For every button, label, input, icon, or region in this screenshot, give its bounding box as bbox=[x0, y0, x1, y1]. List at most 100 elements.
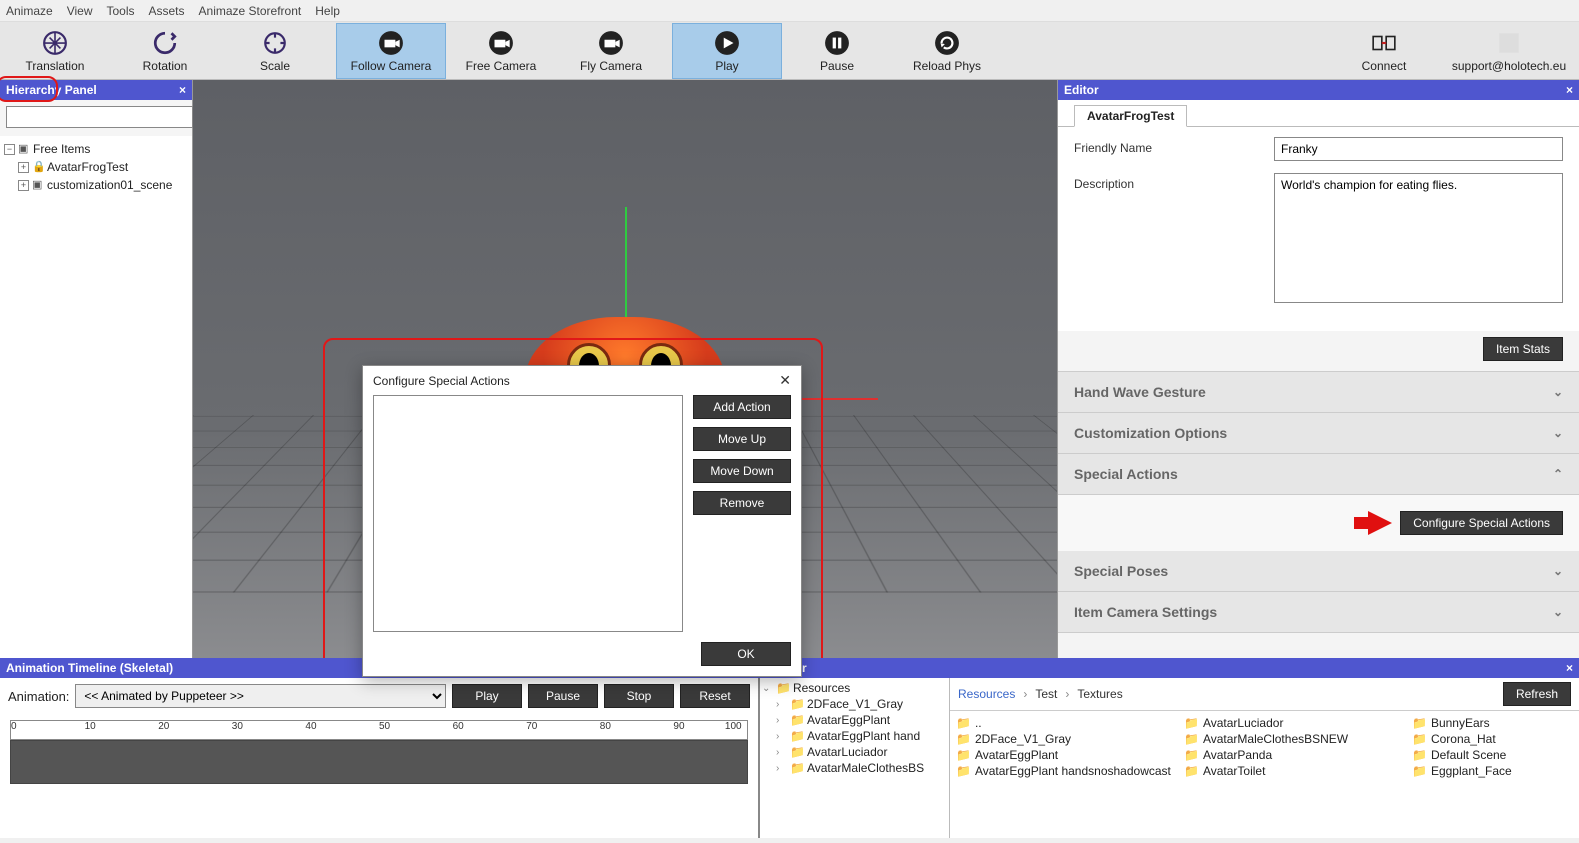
close-icon[interactable]: × bbox=[1566, 83, 1573, 97]
toolbar: Translation Rotation Scale Follow Camera… bbox=[0, 22, 1579, 80]
timeline-stop-button[interactable]: Stop bbox=[604, 684, 674, 708]
menu-item[interactable]: View bbox=[67, 4, 93, 18]
play-button[interactable]: Play bbox=[672, 23, 782, 79]
reload-phys-button[interactable]: Reload Phys bbox=[892, 23, 1002, 79]
hierarchy-panel: Hierarchy Panel × Search −▣Free Items +🔒… bbox=[0, 80, 193, 658]
support-button[interactable]: support@holotech.eu bbox=[1439, 23, 1579, 79]
close-icon[interactable]: × bbox=[179, 83, 186, 97]
item-stats-button[interactable]: Item Stats bbox=[1483, 337, 1563, 361]
tree-item[interactable]: +🔒AvatarFrogTest bbox=[16, 158, 190, 176]
fly-camera-button[interactable]: Fly Camera bbox=[556, 23, 666, 79]
accordion-special-poses[interactable]: Special Poses⌄ bbox=[1058, 551, 1579, 592]
dialog-title: Configure Special Actions bbox=[373, 374, 510, 388]
timeline-reset-button[interactable]: Reset bbox=[680, 684, 750, 708]
axis-x bbox=[798, 398, 878, 400]
menu-item[interactable]: Animaze Storefront bbox=[199, 4, 302, 18]
file-item[interactable]: 📁AvatarToilet bbox=[1182, 763, 1410, 779]
folder-tree: ⌄📁Resources ›📁2DFace_V1_Gray ›📁AvatarEgg… bbox=[760, 678, 950, 838]
rotation-button[interactable]: Rotation bbox=[110, 23, 220, 79]
accordion-special-actions[interactable]: Special Actions⌃ bbox=[1058, 454, 1579, 495]
arrow-annotation bbox=[1368, 511, 1392, 535]
file-item[interactable]: 📁Eggplant_Face bbox=[1410, 763, 1530, 779]
camera-icon bbox=[487, 29, 515, 57]
file-item[interactable]: 📁AvatarEggPlant handsnoshadowcast bbox=[954, 763, 1182, 779]
file-item[interactable]: 📁AvatarMaleClothesBSNEW bbox=[1182, 731, 1410, 747]
rotate-icon bbox=[151, 29, 179, 57]
chevron-down-icon: ⌄ bbox=[1553, 605, 1563, 619]
camera-icon bbox=[597, 29, 625, 57]
timeline-pause-button[interactable]: Pause bbox=[528, 684, 598, 708]
hierarchy-search-input[interactable] bbox=[6, 106, 193, 128]
pause-button[interactable]: Pause bbox=[782, 23, 892, 79]
connect-button[interactable]: Connect bbox=[1329, 23, 1439, 79]
pause-icon bbox=[823, 29, 851, 57]
folder-item[interactable]: ›📁AvatarEggPlant hand bbox=[762, 728, 947, 744]
hierarchy-header: Hierarchy Panel × bbox=[0, 80, 192, 100]
description-input[interactable]: World's champion for eating flies. bbox=[1274, 173, 1563, 303]
folder-item[interactable]: ›📁AvatarEggPlant bbox=[762, 712, 947, 728]
folder-item[interactable]: ›📁AvatarMaleClothesBS bbox=[762, 760, 947, 776]
accordion-camera-settings[interactable]: Item Camera Settings⌄ bbox=[1058, 592, 1579, 633]
configure-special-actions-dialog: Configure Special Actions ✕ Add Action M… bbox=[362, 365, 802, 677]
friendly-name-label: Friendly Name bbox=[1074, 137, 1264, 161]
timeline-ruler[interactable]: 0 10 20 30 40 50 60 70 80 90 100 bbox=[10, 720, 748, 740]
actions-list[interactable] bbox=[373, 395, 683, 632]
chevron-down-icon: ⌄ bbox=[1553, 564, 1563, 578]
chevron-up-icon: ⌃ bbox=[1553, 467, 1563, 481]
translate-icon bbox=[41, 29, 69, 57]
connect-icon bbox=[1370, 29, 1398, 57]
breadcrumb-item[interactable]: Test bbox=[1035, 687, 1057, 701]
accordion-hand-wave[interactable]: Hand Wave Gesture⌄ bbox=[1058, 372, 1579, 413]
explorer-panel: ⌄📁Resources ›📁2DFace_V1_Gray ›📁AvatarEgg… bbox=[760, 678, 1579, 838]
add-action-button[interactable]: Add Action bbox=[693, 395, 791, 419]
ok-button[interactable]: OK bbox=[701, 642, 791, 666]
editor-tab[interactable]: AvatarFrogTest bbox=[1074, 105, 1187, 127]
move-up-button[interactable]: Move Up bbox=[693, 427, 791, 451]
menu-item[interactable]: Help bbox=[315, 4, 340, 18]
tree-item[interactable]: +▣customization01_scene bbox=[16, 176, 190, 194]
menu-item[interactable]: Animaze bbox=[6, 4, 53, 18]
file-item[interactable]: 📁AvatarLuciador bbox=[1182, 715, 1410, 731]
accordion-customization[interactable]: Customization Options⌄ bbox=[1058, 413, 1579, 454]
folder-item[interactable]: ›📁2DFace_V1_Gray bbox=[762, 696, 947, 712]
timeline-play-button[interactable]: Play bbox=[452, 684, 522, 708]
hierarchy-tree: −▣Free Items +🔒AvatarFrogTest +▣customiz… bbox=[0, 136, 192, 198]
close-icon[interactable]: ✕ bbox=[779, 372, 791, 389]
file-item[interactable]: 📁.. bbox=[954, 715, 1182, 731]
chevron-down-icon: ⌄ bbox=[1553, 426, 1563, 440]
move-down-button[interactable]: Move Down bbox=[693, 459, 791, 483]
breadcrumb-item[interactable]: Resources bbox=[958, 687, 1015, 701]
file-item[interactable]: 📁AvatarPanda bbox=[1182, 747, 1410, 763]
friendly-name-input[interactable] bbox=[1274, 137, 1563, 161]
file-item[interactable]: 📁2DFace_V1_Gray bbox=[954, 731, 1182, 747]
tree-item[interactable]: −▣Free Items bbox=[2, 140, 190, 158]
scale-button[interactable]: Scale bbox=[220, 23, 330, 79]
remove-button[interactable]: Remove bbox=[693, 491, 791, 515]
chevron-down-icon: ⌄ bbox=[1553, 385, 1563, 399]
breadcrumb-item[interactable]: Textures bbox=[1077, 687, 1122, 701]
translation-button[interactable]: Translation bbox=[0, 23, 110, 79]
file-item[interactable]: 📁BunnyEars bbox=[1410, 715, 1530, 731]
configure-special-actions-button[interactable]: Configure Special Actions bbox=[1400, 511, 1563, 535]
timeline-track[interactable] bbox=[10, 740, 748, 784]
file-item[interactable]: 📁Default Scene bbox=[1410, 747, 1530, 763]
description-label: Description bbox=[1074, 173, 1264, 303]
editor-panel: Editor × AvatarFrogTest Friendly Name De… bbox=[1057, 80, 1579, 658]
animation-label: Animation: bbox=[8, 689, 69, 704]
free-camera-button[interactable]: Free Camera bbox=[446, 23, 556, 79]
file-item[interactable]: 📁AvatarEggPlant bbox=[954, 747, 1182, 763]
folder-item[interactable]: ›📁AvatarLuciador bbox=[762, 744, 947, 760]
explorer-header: xplorer× bbox=[760, 658, 1579, 678]
folder-item[interactable]: ⌄📁Resources bbox=[762, 680, 947, 696]
close-icon[interactable]: × bbox=[1566, 661, 1573, 675]
file-item[interactable]: 📁Corona_Hat bbox=[1410, 731, 1530, 747]
user-icon bbox=[1495, 29, 1523, 57]
refresh-button[interactable]: Refresh bbox=[1503, 682, 1571, 706]
follow-camera-button[interactable]: Follow Camera bbox=[336, 23, 446, 79]
menu-item[interactable]: Tools bbox=[106, 4, 134, 18]
menu-item[interactable]: Assets bbox=[149, 4, 185, 18]
menubar: Animaze View Tools Assets Animaze Storef… bbox=[0, 0, 1579, 22]
timeline-panel: Animation: << Animated by Puppeteer >> P… bbox=[0, 678, 760, 838]
animation-select[interactable]: << Animated by Puppeteer >> bbox=[75, 684, 446, 708]
breadcrumb: Resources› Test› Textures Refresh bbox=[950, 678, 1579, 711]
